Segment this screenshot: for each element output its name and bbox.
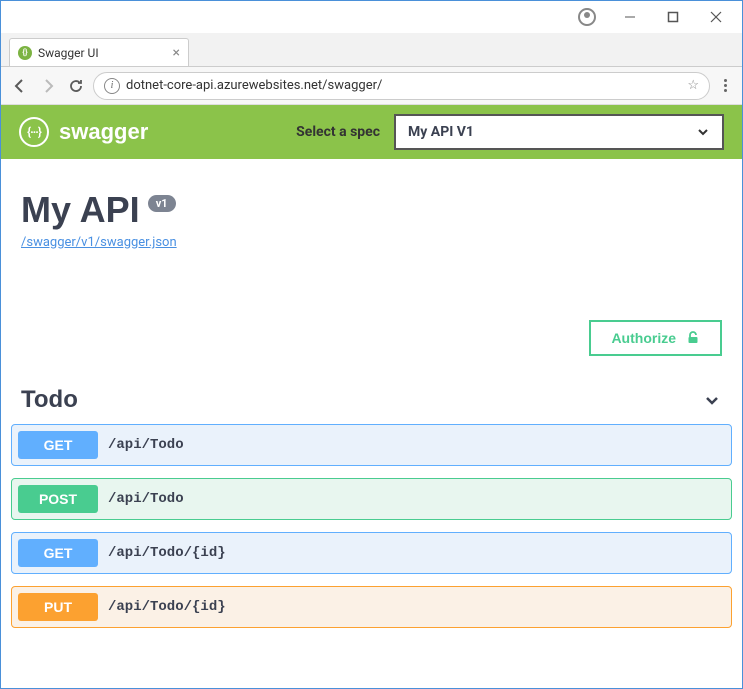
spec-select-value: My API V1 bbox=[408, 124, 474, 140]
tag-section-todo: Todo GET /api/Todo POST /api/Todo GET /a… bbox=[1, 376, 742, 650]
page-scroll-region[interactable]: {···} swagger Select a spec My API V1 My… bbox=[1, 105, 742, 688]
method-badge: POST bbox=[18, 485, 98, 513]
operation-put-todo-id[interactable]: PUT /api/Todo/{id} bbox=[11, 586, 732, 628]
swagger-json-link[interactable]: /swagger/v1/swagger.json bbox=[21, 235, 177, 250]
operation-post-todo[interactable]: POST /api/Todo bbox=[11, 478, 732, 520]
chevron-down-icon bbox=[696, 125, 710, 139]
method-badge: GET bbox=[18, 539, 98, 567]
tab-close-icon[interactable]: × bbox=[173, 46, 180, 60]
info-section: My API v1 /swagger/v1/swagger.json bbox=[1, 159, 742, 260]
site-info-icon[interactable]: i bbox=[104, 78, 120, 94]
user-account-icon[interactable] bbox=[565, 1, 608, 33]
swagger-logo-icon: {···} bbox=[19, 117, 49, 147]
method-badge: GET bbox=[18, 431, 98, 459]
swagger-logo-text: swagger bbox=[59, 119, 148, 145]
spec-select[interactable]: My API V1 bbox=[394, 114, 724, 150]
operation-path: /api/Todo bbox=[108, 491, 184, 507]
api-title: My API bbox=[21, 189, 140, 231]
nav-reload-button[interactable] bbox=[65, 75, 87, 97]
unlock-icon bbox=[686, 331, 700, 345]
browser-window: {} Swagger UI × i dotnet-core-api.azurew… bbox=[0, 0, 743, 689]
browser-menu-button[interactable] bbox=[716, 79, 734, 92]
bookmark-star-icon[interactable]: ☆ bbox=[687, 78, 699, 93]
url-text: dotnet-core-api.azurewebsites.net/swagge… bbox=[126, 78, 681, 93]
auth-wrapper: Authorize bbox=[1, 260, 742, 376]
tag-name: Todo bbox=[21, 386, 78, 414]
browser-tab[interactable]: {} Swagger UI × bbox=[9, 38, 189, 66]
operation-get-todo[interactable]: GET /api/Todo bbox=[11, 424, 732, 466]
browser-tabstrip: {} Swagger UI × bbox=[1, 33, 742, 67]
method-badge: PUT bbox=[18, 593, 98, 621]
chevron-down-icon bbox=[702, 390, 722, 410]
operation-path: /api/Todo/{id} bbox=[108, 599, 226, 615]
operation-get-todo-id[interactable]: GET /api/Todo/{id} bbox=[11, 532, 732, 574]
operation-path: /api/Todo/{id} bbox=[108, 545, 226, 561]
browser-toolbar: i dotnet-core-api.azurewebsites.net/swag… bbox=[1, 67, 742, 105]
authorize-button[interactable]: Authorize bbox=[589, 320, 722, 356]
nav-back-button[interactable] bbox=[9, 75, 31, 97]
swagger-favicon-icon: {} bbox=[18, 46, 32, 60]
nav-forward-button[interactable] bbox=[37, 75, 59, 97]
swagger-logo: {···} swagger bbox=[19, 117, 148, 147]
window-close-button[interactable] bbox=[695, 1, 738, 33]
api-version-badge: v1 bbox=[148, 195, 176, 212]
swagger-topbar: {···} swagger Select a spec My API V1 bbox=[1, 105, 742, 159]
window-titlebar bbox=[1, 1, 742, 33]
window-minimize-button[interactable] bbox=[608, 1, 651, 33]
authorize-label: Authorize bbox=[611, 330, 676, 346]
operation-path: /api/Todo bbox=[108, 437, 184, 453]
tab-title: Swagger UI bbox=[38, 46, 99, 60]
address-bar[interactable]: i dotnet-core-api.azurewebsites.net/swag… bbox=[93, 72, 710, 100]
window-maximize-button[interactable] bbox=[652, 1, 695, 33]
tag-header[interactable]: Todo bbox=[11, 376, 732, 424]
spec-select-label: Select a spec bbox=[296, 124, 380, 140]
